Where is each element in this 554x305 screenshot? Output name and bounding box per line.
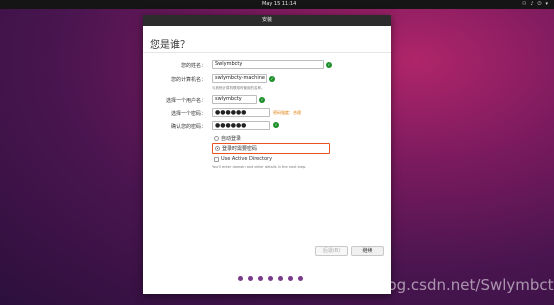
computer-name-label: 您的计算机名：: [170, 77, 206, 83]
confirm-password-field[interactable]: ●●●●●●: [212, 121, 270, 130]
progress-dot: [298, 276, 303, 281]
progress-dots: [238, 276, 303, 281]
computer-name-hint: 与其他计算机联络时使用的名称。: [212, 86, 265, 90]
progress-dot: [258, 276, 263, 281]
active-directory-hint: You'll enter domain and other details in…: [212, 165, 307, 169]
network-icon[interactable]: ⚇: [522, 0, 526, 9]
progress-dot: [278, 276, 283, 281]
continue-button[interactable]: 继续: [351, 246, 384, 256]
username-field[interactable]: swlymbcty: [212, 95, 257, 104]
progress-dot: [238, 276, 243, 281]
confirm-password-label: 确认您的密码：: [170, 124, 206, 130]
password-field[interactable]: ●●●●●●: [212, 108, 270, 117]
checkbox[interactable]: [214, 156, 219, 162]
page-title: 您是谁？: [150, 40, 190, 51]
active-directory-option[interactable]: Use Active Directory: [214, 156, 272, 162]
watermark: https://blog.csdn.net/Swlymbcty: [320, 276, 554, 294]
clock[interactable]: May 15 11:14: [262, 0, 296, 9]
back-button[interactable]: 后退(B): [315, 246, 348, 256]
divider: [143, 52, 391, 53]
chevron-down-icon[interactable]: ▾: [545, 0, 548, 9]
radio-button[interactable]: [214, 136, 219, 141]
check-icon: ✓: [269, 76, 275, 82]
check-icon: ✓: [259, 97, 265, 103]
progress-dot: [288, 276, 293, 281]
system-tray[interactable]: ⚇ ♪ ⏻ ▾: [522, 0, 548, 9]
computer-name-field[interactable]: swlymbcty-machine: [212, 74, 267, 83]
name-label: 您的姓名：: [180, 63, 206, 69]
active-directory-label: Use Active Directory: [221, 156, 273, 162]
window-title: 安装: [143, 15, 391, 26]
username-label: 选择一个用户名：: [165, 98, 206, 104]
password-label: 选择一个密码：: [170, 111, 206, 117]
volume-icon[interactable]: ♪: [530, 0, 533, 9]
check-icon: ✓: [273, 122, 279, 128]
auto-login-label: 自动登录: [221, 136, 242, 142]
auto-login-option[interactable]: 自动登录: [214, 135, 241, 142]
name-field[interactable]: Swlymbcty: [212, 60, 324, 69]
radio-button[interactable]: [215, 146, 220, 151]
top-bar: May 15 11:14 ⚇ ♪ ⏻ ▾: [0, 0, 554, 9]
progress-dot: [268, 276, 273, 281]
require-password-option[interactable]: 登录时需要密码: [212, 143, 330, 154]
check-icon: ✓: [326, 62, 332, 68]
password-strength: 密码强度：合理: [273, 110, 301, 115]
installer-window: 安装 您是谁？ 您的姓名： Swlymbcty ✓ 您的计算机名： swlymb…: [143, 15, 391, 294]
progress-dot: [248, 276, 253, 281]
require-password-label: 登录时需要密码: [222, 146, 258, 152]
power-icon[interactable]: ⏻: [538, 0, 542, 9]
